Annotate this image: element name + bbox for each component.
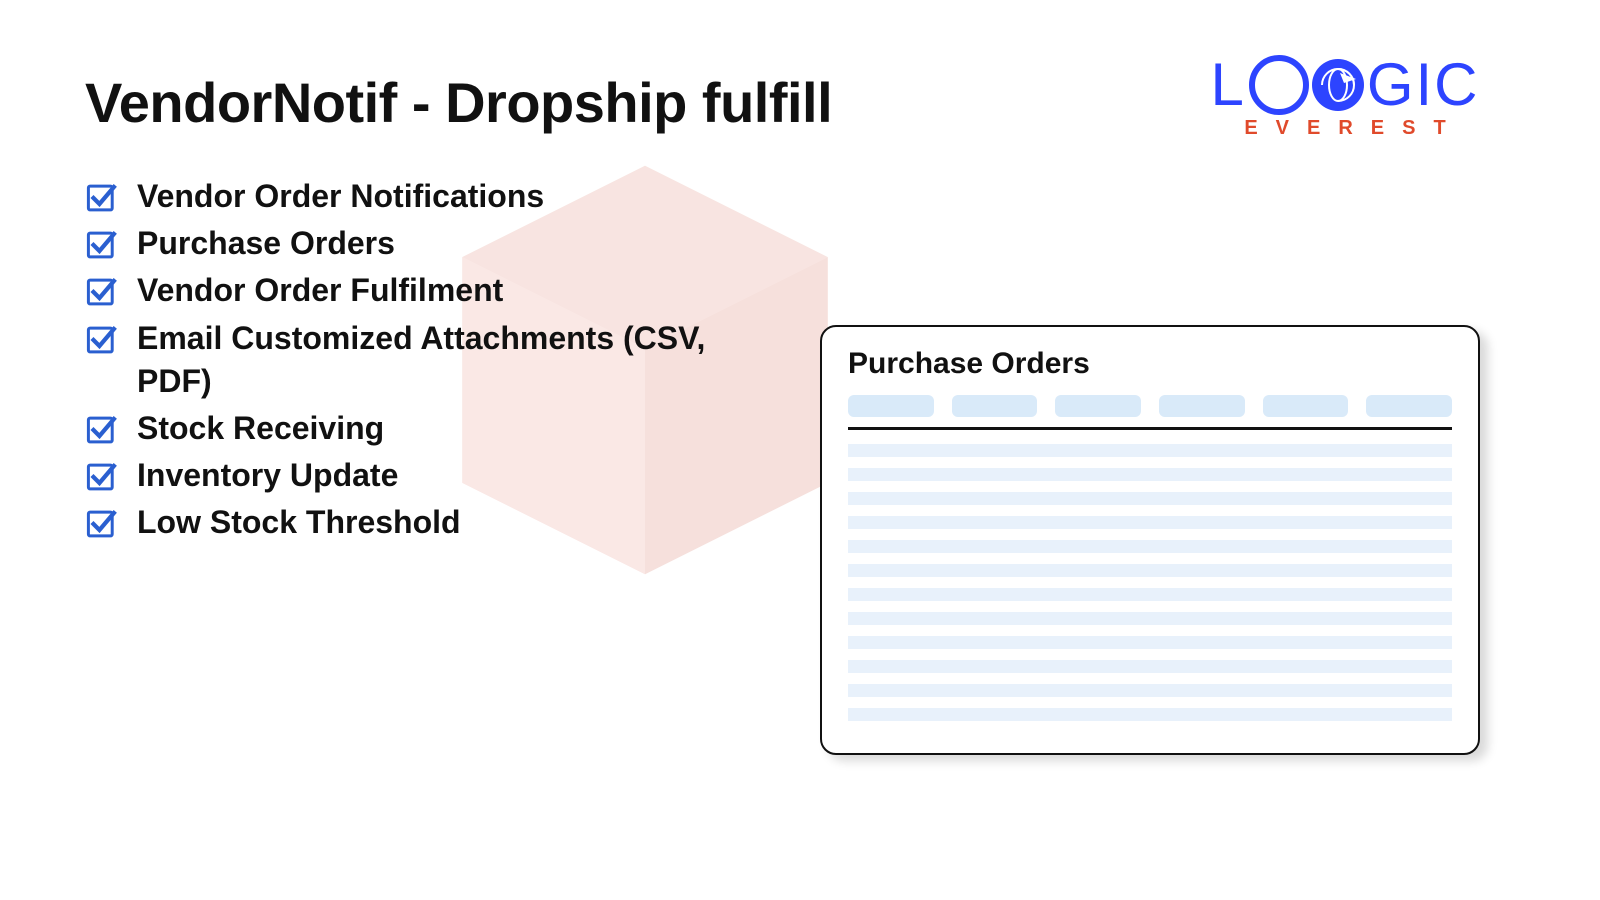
po-row-placeholder [848, 564, 1452, 577]
logo-letter-o-ring [1249, 55, 1309, 115]
feature-label: Email Customized Attachments (CSV, PDF) [137, 317, 777, 403]
po-row-placeholder [848, 660, 1452, 673]
po-tab-placeholder [848, 395, 934, 417]
po-row-placeholder [848, 492, 1452, 505]
feature-label: Vendor Order Fulfilment [137, 269, 503, 312]
feature-item: Email Customized Attachments (CSV, PDF) [85, 317, 777, 403]
page-title: VendorNotif - Dropship fulfill [85, 70, 832, 135]
po-row-placeholder [848, 708, 1452, 721]
check-icon [85, 275, 119, 309]
logo-main: L GIC [1180, 55, 1510, 115]
feature-item: Purchase Orders [85, 222, 777, 265]
feature-item: Low Stock Threshold [85, 501, 777, 544]
check-icon [85, 228, 119, 262]
po-divider [848, 427, 1452, 430]
po-lines [848, 444, 1452, 721]
po-card-title: Purchase Orders [848, 347, 1452, 381]
feature-item: Stock Receiving [85, 407, 777, 450]
check-icon [85, 460, 119, 494]
po-tab-placeholder [1263, 395, 1349, 417]
check-icon [85, 323, 119, 357]
feature-item: Vendor Order Notifications [85, 175, 777, 218]
globe-icon [1312, 59, 1364, 111]
po-row-placeholder [848, 540, 1452, 553]
check-icon [85, 507, 119, 541]
po-row-placeholder [848, 588, 1452, 601]
po-row-placeholder [848, 516, 1452, 529]
po-tabs-row [848, 395, 1452, 417]
feature-label: Purchase Orders [137, 222, 395, 265]
logo-letters-gic: GIC [1367, 55, 1480, 115]
feature-item: Inventory Update [85, 454, 777, 497]
logo-subtext: EVEREST [1180, 117, 1510, 140]
brand-logo: L GIC EVEREST [1180, 55, 1510, 140]
po-row-placeholder [848, 444, 1452, 457]
po-row-placeholder [848, 612, 1452, 625]
po-row-placeholder [848, 468, 1452, 481]
po-tab-placeholder [1366, 395, 1452, 417]
feature-label: Inventory Update [137, 454, 398, 497]
logo-letter-l: L [1210, 55, 1245, 115]
purchase-orders-card: Purchase Orders [820, 325, 1480, 755]
feature-list: Vendor Order NotificationsPurchase Order… [85, 175, 777, 549]
po-tab-placeholder [952, 395, 1038, 417]
po-row-placeholder [848, 684, 1452, 697]
po-tab-placeholder [1159, 395, 1245, 417]
check-icon [85, 413, 119, 447]
feature-label: Vendor Order Notifications [137, 175, 544, 218]
feature-label: Low Stock Threshold [137, 501, 461, 544]
po-row-placeholder [848, 636, 1452, 649]
po-tab-placeholder [1055, 395, 1141, 417]
check-icon [85, 181, 119, 215]
feature-label: Stock Receiving [137, 407, 384, 450]
feature-item: Vendor Order Fulfilment [85, 269, 777, 312]
